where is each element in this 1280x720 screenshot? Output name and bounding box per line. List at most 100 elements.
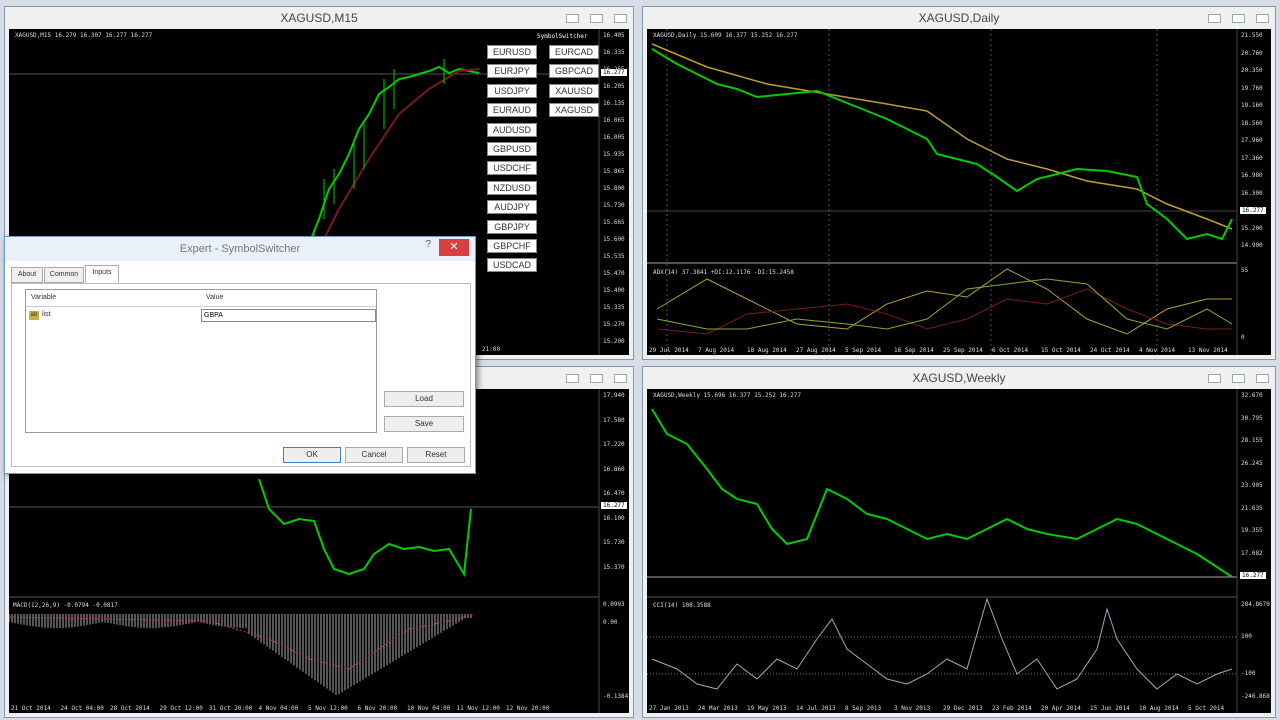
save-button[interactable]: Save [384, 416, 464, 432]
price-scale-label: 15.600 [603, 236, 625, 243]
minimize-button[interactable] [1208, 14, 1221, 23]
close-button[interactable]: ✕ [439, 239, 469, 256]
date-label: 20 Apr 2014 [1041, 705, 1081, 712]
price-scale-label: 21.550 [1241, 32, 1263, 39]
maximize-button[interactable] [1232, 14, 1245, 23]
close-button[interactable] [1256, 374, 1269, 383]
symbol-button-audjpy[interactable]: AUDJPY [487, 200, 537, 215]
symbol-button-usdjpy[interactable]: USDJPY [487, 83, 537, 98]
date-label: 28 Oct 2014 [110, 705, 150, 712]
symbol-button-gbpusd[interactable]: GBPUSD [487, 142, 537, 156]
symbol-button-usdchf[interactable]: USDCHF [487, 161, 537, 176]
symbol-button-nzdusd[interactable]: NZDUSD [487, 180, 537, 195]
price-scale-label: 20.760 [1241, 49, 1263, 57]
symbol-button-gbpjpy[interactable]: GBPJPY [487, 219, 537, 234]
tab-inputs[interactable]: Inputs [85, 265, 119, 283]
symbol-button-euraud[interactable]: EURAUD [487, 103, 537, 118]
chart-info-label: XAGUSD,Daily 15.609 16.377 15.252 16.277 [653, 32, 798, 39]
price-scale-label: 28.155 [1241, 437, 1263, 444]
chart-window-daily[interactable]: XAGUSD,Daily XAGUSD,Daily 15.609 16.377 … [642, 6, 1276, 360]
date-label: 12 Nov 20:00 [506, 705, 550, 712]
adx-scale-top: 55 [1241, 267, 1249, 274]
symbol-button-xagusd[interactable]: XAGUSD [549, 103, 599, 118]
symbol-button-eurusd[interactable]: EURUSD [487, 45, 537, 59]
date-label: 5 Sep 2014 [845, 347, 882, 354]
input-row[interactable]: ab list [26, 309, 376, 323]
date-label: 29 Dec 2013 [943, 705, 983, 712]
price-scale-label: 15.865 [603, 168, 625, 175]
cci-scale-minus100: -100 [1241, 670, 1256, 677]
date-label: 16 Sep 2014 [894, 347, 934, 354]
minimize-button[interactable] [566, 14, 579, 23]
column-variable: Variable [31, 294, 57, 301]
price-chart[interactable]: XAGUSD,Weekly 15.696 16.377 15.252 16.27… [647, 389, 1271, 713]
price-scale-label: 17.082 [1241, 549, 1263, 557]
symbol-button-eurcad[interactable]: EURCAD [549, 45, 599, 59]
symbol-button-gbpchf[interactable]: GBPCHF [487, 239, 537, 253]
price-scale-label: 19.355 [1241, 527, 1263, 534]
price-scale-label: 15.665 [603, 219, 625, 226]
price-scale-label: 15.800 [603, 185, 625, 192]
time-label: 21:00 [482, 346, 501, 353]
minimize-button[interactable] [1208, 374, 1221, 383]
date-label: 5 Oct 2014 [1188, 705, 1225, 712]
price-scale-label: 26.245 [1241, 459, 1263, 467]
close-button[interactable] [1256, 14, 1269, 23]
maximize-button[interactable] [590, 14, 603, 23]
chart-info-label: XAGUSD,Weekly 15.696 16.377 15.252 16.27… [653, 392, 802, 399]
price-scale-label: 19.760 [1241, 84, 1263, 92]
price-scale-label: 17.940 [603, 392, 625, 399]
value-input[interactable] [201, 309, 376, 322]
tab-common[interactable]: Common [44, 267, 84, 283]
date-label: 10 Nov 04:00 [407, 705, 451, 712]
variable-name: list [42, 311, 51, 318]
price-scale-label: 32.670 [1241, 392, 1263, 399]
symbol-button-usdcad[interactable]: USDCAD [487, 258, 537, 273]
reset-button[interactable]: Reset [407, 447, 465, 463]
price-scale-label: 15.270 [603, 321, 625, 328]
macd-scale-bottom: -0.1384 [603, 693, 629, 700]
symbol-button-gbpcad[interactable]: GBPCAD [549, 64, 599, 79]
minimize-button[interactable] [566, 374, 579, 383]
price-scale-label: 15.935 [603, 151, 625, 158]
maximize-button[interactable] [590, 374, 603, 383]
date-label: 5 Nov 12:00 [308, 705, 348, 712]
dialog-title: Expert - SymbolSwitcher [5, 237, 475, 261]
chart-window-weekly[interactable]: XAGUSD,Weekly XAGUSD,Weekly 15.696 16.37… [642, 366, 1276, 718]
symbol-button-eurjpy[interactable]: EURJPY [487, 64, 537, 79]
price-badge: 16.277 [601, 502, 627, 509]
price-scale-label: 23.905 [1241, 482, 1263, 489]
price-scale-label: 15.400 [603, 287, 625, 294]
price-chart[interactable]: XAGUSD,Daily 15.609 16.377 15.252 16.277… [647, 29, 1271, 355]
maximize-button[interactable] [1232, 374, 1245, 383]
date-label: 3 Nov 2013 [894, 705, 931, 712]
column-value: Value [206, 294, 224, 301]
chart-info-label: XAGUSD,M15 16.279 16.307 16.277 16.277 [15, 32, 153, 39]
symbol-button-audusd[interactable]: AUDUSD [487, 122, 537, 137]
close-button[interactable] [614, 374, 627, 383]
date-label: 21 Oct 2014 [11, 705, 51, 712]
close-button[interactable] [614, 14, 627, 23]
ok-button[interactable]: OK [283, 447, 341, 463]
date-label: 13 Nov 2014 [1188, 347, 1228, 354]
price-scale-label: 16.335 [603, 49, 625, 56]
price-scale-label: 15.200 [603, 338, 625, 345]
price-scale-label: 15.470 [603, 270, 625, 277]
price-scale-label: 16.860 [603, 465, 625, 473]
date-label: 8 Sep 2013 [845, 705, 882, 712]
load-button[interactable]: Load [384, 391, 464, 407]
price-scale-label: 16.300 [1241, 189, 1263, 197]
date-label: 25 Sep 2014 [943, 347, 983, 354]
tab-about[interactable]: About [11, 267, 43, 283]
cancel-button[interactable]: Cancel [345, 447, 403, 463]
date-label: 18 Aug 2014 [747, 347, 787, 354]
symbol-button-xauusd[interactable]: XAUUSD [549, 83, 599, 98]
symbol-switcher-header: SymbolSwitcher [537, 33, 588, 40]
date-label: 14 Jul 2013 [796, 705, 836, 712]
window-title: XAGUSD,Weekly [643, 367, 1275, 389]
expert-properties-dialog[interactable]: Expert - SymbolSwitcher ? ✕ About Common… [4, 236, 476, 474]
price-scale-label: 16.470 [603, 490, 625, 497]
price-scale-label: 16.205 [603, 83, 625, 90]
date-label: 23 Feb 2014 [992, 705, 1032, 712]
help-button[interactable]: ? [425, 239, 431, 250]
